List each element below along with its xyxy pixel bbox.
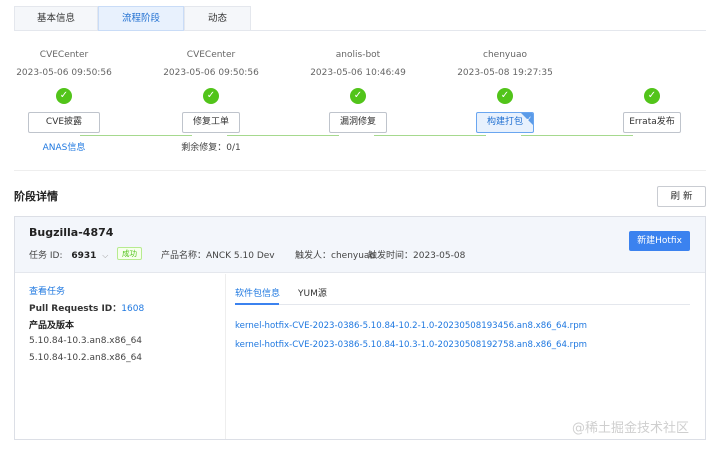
timeline-connector bbox=[227, 135, 339, 136]
errata-release-button[interactable]: Errata发布 bbox=[623, 112, 681, 133]
package-subtabs: 软件包信息 YUM源 bbox=[235, 282, 690, 305]
chevron-down-icon: ⌵ bbox=[102, 251, 109, 260]
timeline-connector bbox=[374, 135, 486, 136]
trigger-time: 触发时间：2023-05-08 bbox=[368, 251, 466, 261]
cve-disclosure-button[interactable]: CVE披露 bbox=[28, 112, 100, 133]
anas-info-link[interactable]: ANAS信息 bbox=[0, 140, 144, 153]
check-icon: ✓ bbox=[497, 88, 513, 104]
build-package-label: 构建打包 bbox=[486, 117, 523, 127]
build-package-button[interactable]: 构建打包 ✓ bbox=[476, 112, 534, 133]
card-title: Bugzilla-4874 bbox=[29, 226, 114, 239]
versions-header: 产品及版本 bbox=[29, 321, 75, 331]
watermark: @稀土掘金技术社区 bbox=[572, 421, 690, 436]
task-id[interactable]: 任务 ID: 6931 ⌵ bbox=[29, 248, 108, 261]
status-badge: 成功 bbox=[117, 247, 142, 260]
refresh-button[interactable]: 刷 新 bbox=[657, 186, 706, 207]
new-hotfix-button[interactable]: 新建Hotfix bbox=[629, 231, 690, 251]
step-user: CVECenter bbox=[39, 50, 89, 60]
tab-basic-info[interactable]: 基本信息 bbox=[14, 6, 98, 31]
process-timeline: CVECenter 2023-05-06 09:50:56 ✓ CVE披露 AN… bbox=[0, 40, 720, 160]
card-header: Bugzilla-4874 任务 ID: 6931 ⌵ 成功 产品名称：ANCK… bbox=[15, 217, 705, 273]
timeline-connector bbox=[80, 135, 192, 136]
check-icon: ✓ bbox=[203, 88, 219, 104]
step-time: 2023-05-06 10:46:49 bbox=[310, 68, 406, 78]
step-time: 2023-05-06 09:50:56 bbox=[16, 68, 112, 78]
subtab-package-info[interactable]: 软件包信息 bbox=[235, 286, 280, 299]
check-icon: ✓ bbox=[526, 115, 532, 123]
task-id-value: 6931 bbox=[71, 251, 97, 261]
check-icon: ✓ bbox=[56, 88, 72, 104]
package-link[interactable]: kernel-hotfix-CVE-2023-0386-5.10.84-10.2… bbox=[235, 321, 587, 331]
pr-id-link[interactable]: 1608 bbox=[121, 304, 144, 314]
tab-activity[interactable]: 动态 bbox=[184, 6, 251, 31]
task-info-panel: 查看任务 Pull Requests ID：1608 产品及版本 5.10.84… bbox=[15, 274, 226, 439]
package-link[interactable]: kernel-hotfix-CVE-2023-0386-5.10.84-10.3… bbox=[235, 340, 587, 350]
step-user: anolis-bot bbox=[335, 50, 381, 60]
remaining-repairs: 剩余修复：0/1 bbox=[181, 143, 241, 153]
repair-ticket-button[interactable]: 修复工单 bbox=[182, 112, 240, 133]
divider bbox=[14, 170, 706, 171]
stage-detail-card: Bugzilla-4874 任务 ID: 6931 ⌵ 成功 产品名称：ANCK… bbox=[14, 216, 706, 440]
step-user: CVECenter bbox=[186, 50, 236, 60]
check-icon: ✓ bbox=[644, 88, 660, 104]
tab-bar: 基本信息 流程阶段 动态 bbox=[14, 6, 706, 31]
check-icon: ✓ bbox=[350, 88, 366, 104]
view-task-link[interactable]: 查看任务 bbox=[29, 284, 65, 297]
trigger-user: 触发人：chenyuao bbox=[295, 251, 375, 261]
step-time: 2023-05-08 19:27:35 bbox=[457, 68, 553, 78]
version-item: 5.10.84-10.3.an8.x86_64 bbox=[29, 336, 143, 346]
section-title: 阶段详情 bbox=[14, 190, 58, 203]
task-id-label: 任务 ID: bbox=[29, 251, 63, 261]
step-user: chenyuao bbox=[483, 50, 527, 60]
subtab-yum-repo[interactable]: YUM源 bbox=[298, 286, 327, 299]
pull-request-row: Pull Requests ID：1608 bbox=[29, 301, 144, 314]
product-name: 产品名称：ANCK 5.10 Dev bbox=[161, 251, 275, 261]
active-tab-indicator bbox=[235, 303, 279, 305]
version-item: 5.10.84-10.2.an8.x86_64 bbox=[29, 353, 143, 363]
vuln-fix-button[interactable]: 漏洞修复 bbox=[329, 112, 387, 133]
timeline-connector bbox=[521, 135, 633, 136]
step-time: 2023-05-06 09:50:56 bbox=[163, 68, 259, 78]
tab-process-stage[interactable]: 流程阶段 bbox=[98, 6, 184, 31]
pr-label: Pull Requests ID： bbox=[29, 304, 122, 314]
